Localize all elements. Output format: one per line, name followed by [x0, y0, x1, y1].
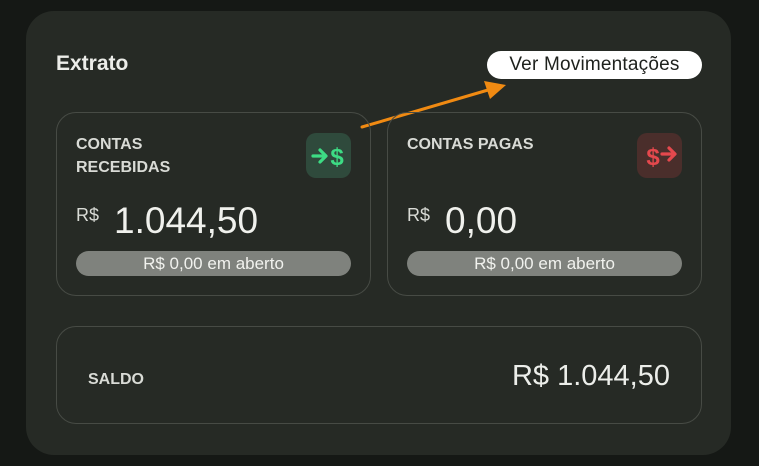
open-amount-badge: R$ 0,00 em aberto	[407, 251, 682, 276]
card-title: CONTAS PAGAS	[407, 136, 534, 153]
contas-recebidas-card[interactable]: CONTAS RECEBIDAS $ R$ 1.044,50 R$ 0,00 e…	[56, 112, 371, 296]
saldo-label: SALDO	[88, 371, 144, 388]
amount-value: 1.044,50	[114, 200, 259, 241]
svg-text:$: $	[330, 144, 344, 171]
amount-value: 0,00	[445, 200, 518, 241]
money-in-icon: $	[306, 133, 351, 178]
extrato-title: Extrato	[56, 52, 129, 75]
card-amount: R$ 1.044,50	[76, 201, 258, 241]
extrato-panel: Extrato Ver Movimentações CONTAS RECEBID…	[26, 11, 731, 455]
svg-text:$: $	[646, 144, 660, 171]
saldo-value: R$ 1.044,50	[511, 360, 670, 392]
ver-movimentacoes-button[interactable]: Ver Movimentações	[487, 51, 702, 79]
contas-pagas-card[interactable]: CONTAS PAGAS $ R$ 0,00 R$ 0,00 em aberto	[387, 112, 702, 296]
open-amount-badge: R$ 0,00 em aberto	[76, 251, 351, 276]
card-title: CONTAS RECEBIDAS	[76, 136, 171, 176]
money-out-icon: $	[637, 133, 682, 178]
currency-symbol: R$	[407, 205, 431, 225]
currency-symbol: R$	[76, 205, 100, 225]
card-amount: R$ 0,00	[407, 201, 517, 241]
saldo-card: SALDO R$ 1.044,50	[56, 326, 702, 424]
